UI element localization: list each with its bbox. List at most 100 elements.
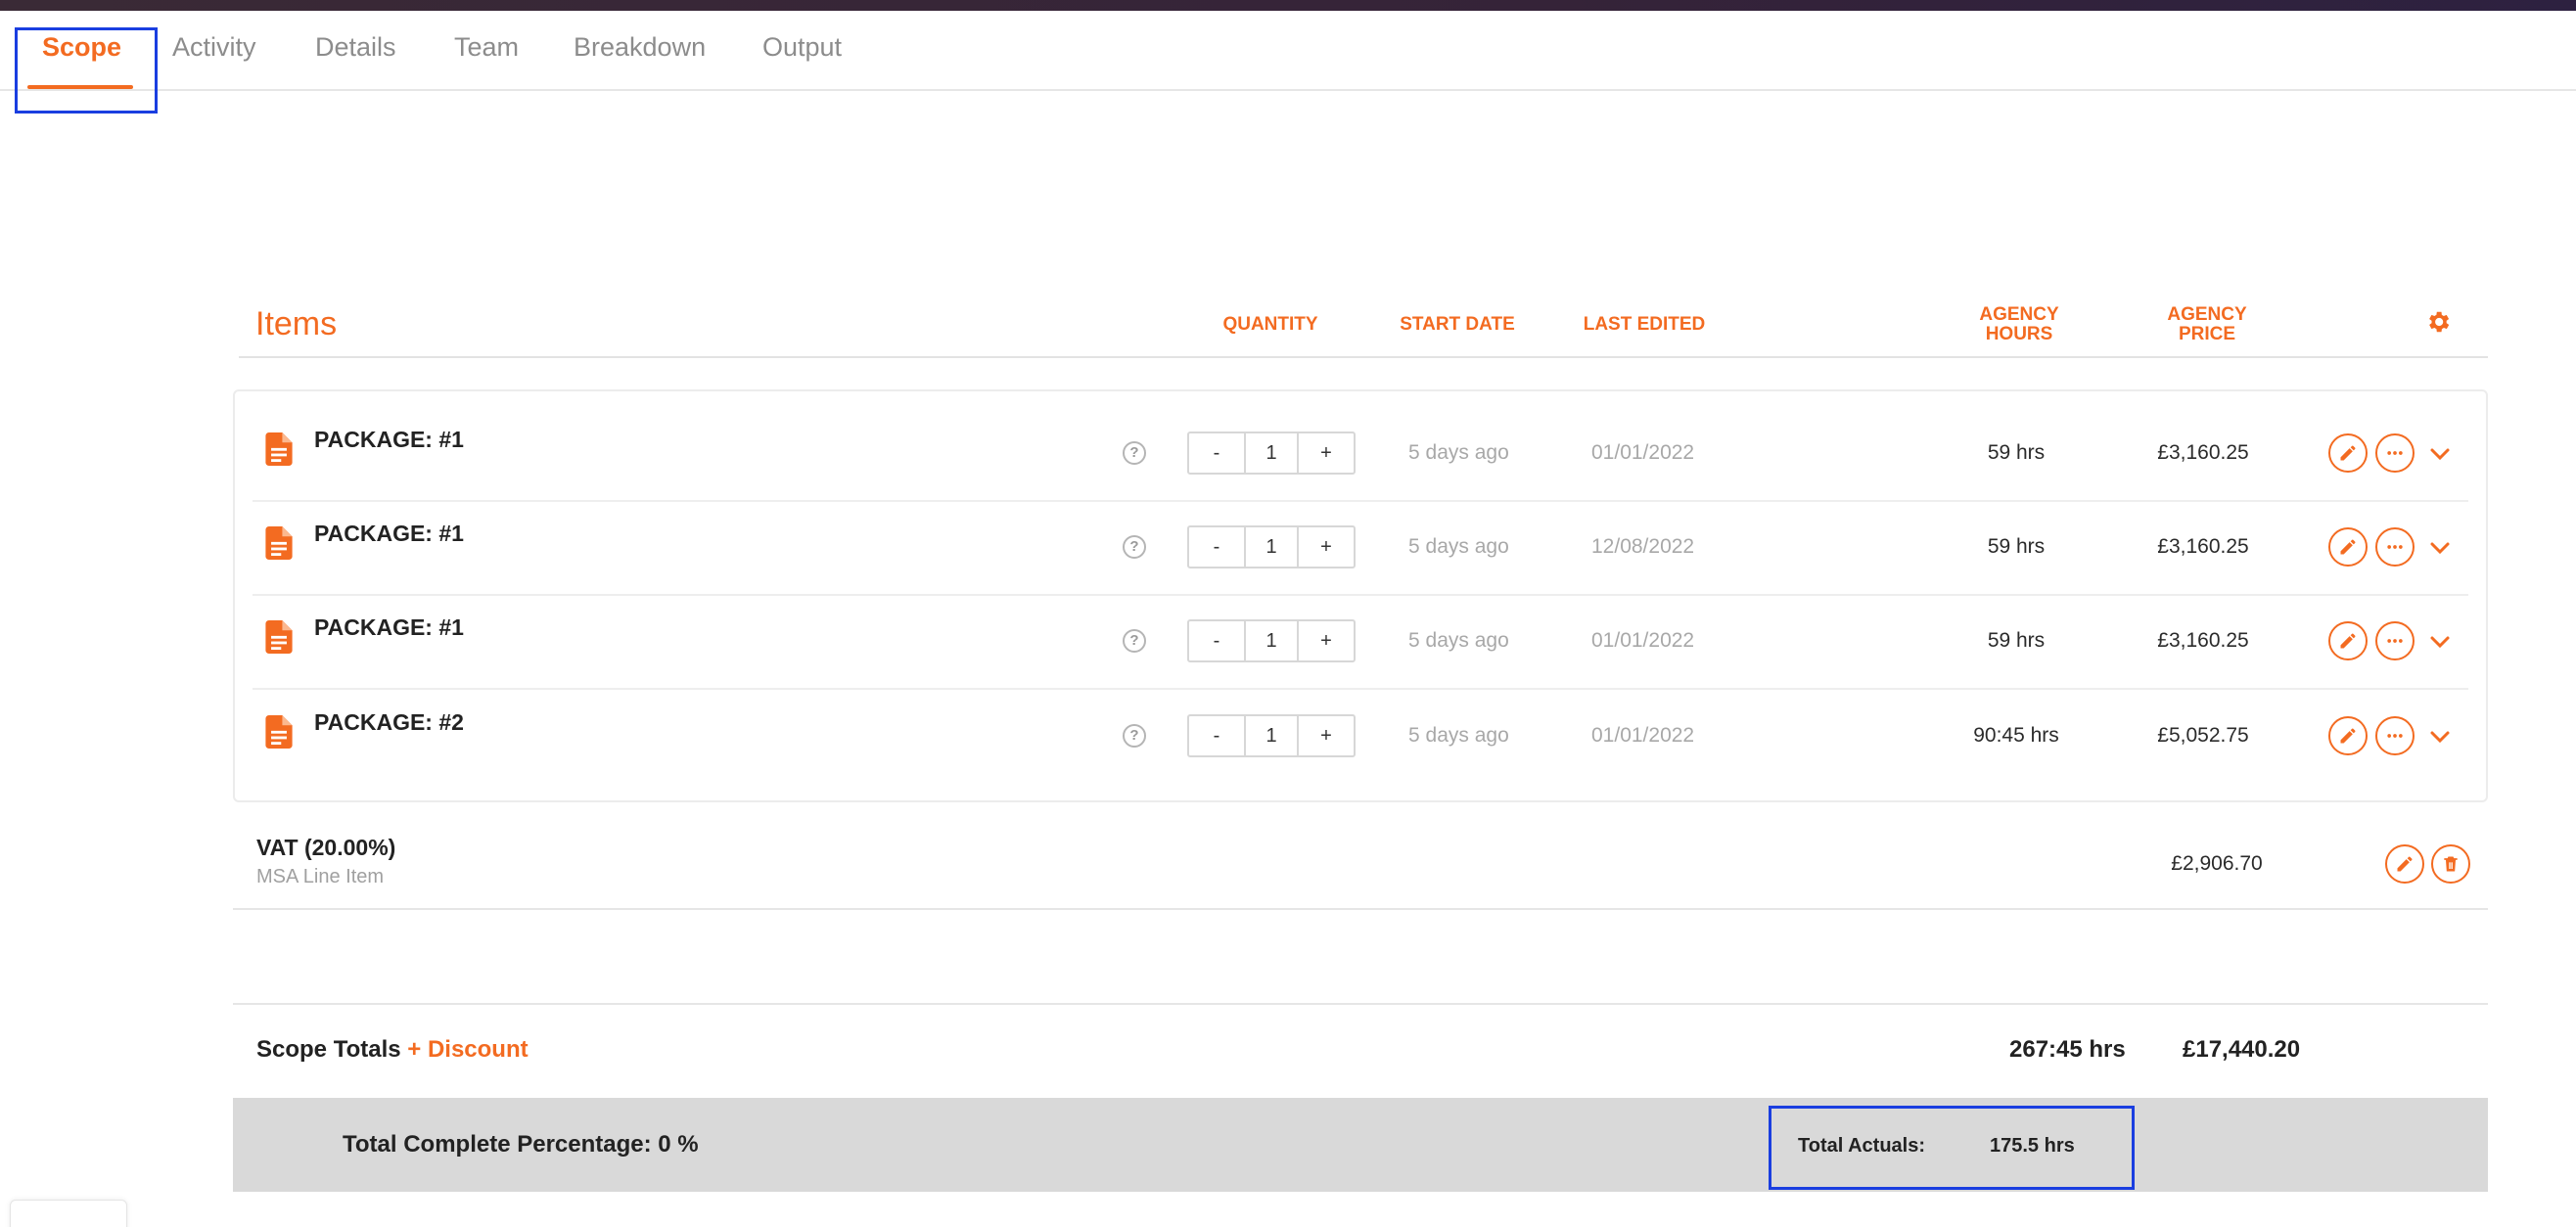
col-agency-price: AGENCY PRICE xyxy=(2167,304,2247,344)
tab-team[interactable]: Team xyxy=(454,32,519,63)
items-title: Items xyxy=(255,305,338,342)
vat-amount: £2,906.70 xyxy=(2171,852,2263,875)
agency-price: £3,160.25 xyxy=(2157,535,2249,558)
agency-hours: 59 hrs xyxy=(1987,629,2046,652)
total-complete-percentage: Total Complete Percentage: 0 % xyxy=(343,1131,699,1158)
col-last-edited: LAST EDITED xyxy=(1583,314,1706,335)
header-divider xyxy=(239,356,2488,358)
vat-divider xyxy=(233,908,2488,910)
last-edited: 12/08/2022 xyxy=(1591,535,1695,558)
ellipsis-icon xyxy=(2387,451,2403,455)
quantity-stepper: - 1 + xyxy=(1187,619,1356,662)
highlight-box-total-actuals xyxy=(1769,1106,2135,1190)
row-divider xyxy=(253,500,2468,502)
document-icon xyxy=(265,715,293,753)
row-divider xyxy=(253,594,2468,596)
tab-details[interactable]: Details xyxy=(315,32,396,63)
quantity-input[interactable]: 1 xyxy=(1244,433,1299,473)
col-quantity: QUANTITY xyxy=(1222,314,1318,335)
help-icon[interactable]: ? xyxy=(1123,724,1146,748)
start-date: 5 days ago xyxy=(1408,441,1509,464)
document-icon xyxy=(265,526,293,565)
chevron-down-icon[interactable] xyxy=(2428,442,2452,466)
decrement-button[interactable]: - xyxy=(1189,433,1244,473)
help-icon[interactable]: ? xyxy=(1123,441,1146,465)
document-icon xyxy=(265,432,293,471)
more-options-button[interactable] xyxy=(2375,716,2415,755)
total-price: £17,440.20 xyxy=(2183,1036,2301,1063)
item-name[interactable]: PACKAGE: #1 xyxy=(314,614,464,641)
quantity-stepper: - 1 + xyxy=(1187,432,1356,475)
agency-price: £5,052.75 xyxy=(2157,724,2249,747)
more-options-button[interactable] xyxy=(2375,433,2415,473)
totals-divider xyxy=(233,1003,2488,1005)
more-options-button[interactable] xyxy=(2375,527,2415,567)
edit-vat-button[interactable] xyxy=(2385,844,2424,884)
pencil-icon xyxy=(2340,539,2356,555)
tab-bar: Scope Activity Details Team Breakdown Ou… xyxy=(0,11,2576,91)
chevron-down-icon[interactable] xyxy=(2428,536,2452,560)
chevron-down-icon[interactable] xyxy=(2428,725,2452,749)
row-divider xyxy=(253,688,2468,690)
pencil-icon xyxy=(2340,633,2356,649)
item-name[interactable]: PACKAGE: #1 xyxy=(314,427,464,453)
help-icon[interactable]: ? xyxy=(1123,629,1146,653)
agency-hours: 59 hrs xyxy=(1987,535,2046,558)
floating-widget[interactable] xyxy=(10,1200,127,1227)
top-accent-bar xyxy=(0,0,2576,11)
edit-button[interactable] xyxy=(2328,621,2368,660)
vat-title: VAT (20.00%) xyxy=(256,835,396,860)
pencil-icon xyxy=(2340,728,2356,744)
last-edited: 01/01/2022 xyxy=(1591,724,1695,747)
agency-hours: 59 hrs xyxy=(1987,441,2046,464)
add-discount-link[interactable]: + Discount xyxy=(407,1036,528,1063)
help-icon[interactable]: ? xyxy=(1123,535,1146,559)
item-name[interactable]: PACKAGE: #2 xyxy=(314,709,464,736)
ellipsis-icon xyxy=(2387,545,2403,549)
scope-totals: Scope Totals + Discount xyxy=(256,1036,529,1064)
scope-totals-label: Scope Totals xyxy=(256,1036,401,1063)
last-edited: 01/01/2022 xyxy=(1591,629,1695,652)
agency-price: £3,160.25 xyxy=(2157,629,2249,652)
edit-button[interactable] xyxy=(2328,527,2368,567)
more-options-button[interactable] xyxy=(2375,621,2415,660)
tab-output[interactable]: Output xyxy=(762,32,842,63)
decrement-button[interactable]: - xyxy=(1189,527,1244,567)
col-start-date: START DATE xyxy=(1400,314,1515,335)
tab-activity[interactable]: Activity xyxy=(172,32,256,63)
gear-icon[interactable] xyxy=(2424,308,2452,336)
increment-button[interactable]: + xyxy=(1299,527,1354,567)
ellipsis-icon xyxy=(2387,734,2403,738)
col-agency-hours: AGENCY HOURS xyxy=(1979,304,2059,344)
quantity-input[interactable]: 1 xyxy=(1244,621,1299,660)
quantity-stepper: - 1 + xyxy=(1187,714,1356,757)
tab-breakdown[interactable]: Breakdown xyxy=(574,32,706,63)
delete-vat-button[interactable] xyxy=(2431,844,2470,884)
document-icon xyxy=(265,620,293,659)
agency-hours: 90:45 hrs xyxy=(1973,724,2059,747)
clipped-text-line xyxy=(251,88,2208,96)
edit-button[interactable] xyxy=(2328,433,2368,473)
trash-icon xyxy=(2444,856,2458,872)
decrement-button[interactable]: - xyxy=(1189,621,1244,660)
vat-subtitle: MSA Line Item xyxy=(256,866,385,887)
pencil-icon xyxy=(2340,445,2356,461)
start-date: 5 days ago xyxy=(1408,629,1509,652)
quantity-stepper: - 1 + xyxy=(1187,525,1356,568)
quantity-input[interactable]: 1 xyxy=(1244,716,1299,755)
pencil-icon xyxy=(2397,856,2413,872)
chevron-down-icon[interactable] xyxy=(2428,630,2452,654)
agency-price: £3,160.25 xyxy=(2157,441,2249,464)
last-edited: 01/01/2022 xyxy=(1591,441,1695,464)
total-hours: 267:45 hrs xyxy=(2009,1036,2126,1063)
increment-button[interactable]: + xyxy=(1299,716,1354,755)
edit-button[interactable] xyxy=(2328,716,2368,755)
increment-button[interactable]: + xyxy=(1299,621,1354,660)
quantity-input[interactable]: 1 xyxy=(1244,527,1299,567)
item-name[interactable]: PACKAGE: #1 xyxy=(314,521,464,547)
start-date: 5 days ago xyxy=(1408,724,1509,747)
increment-button[interactable]: + xyxy=(1299,433,1354,473)
decrement-button[interactable]: - xyxy=(1189,716,1244,755)
highlight-box-scope-tab xyxy=(15,27,158,114)
ellipsis-icon xyxy=(2387,639,2403,643)
